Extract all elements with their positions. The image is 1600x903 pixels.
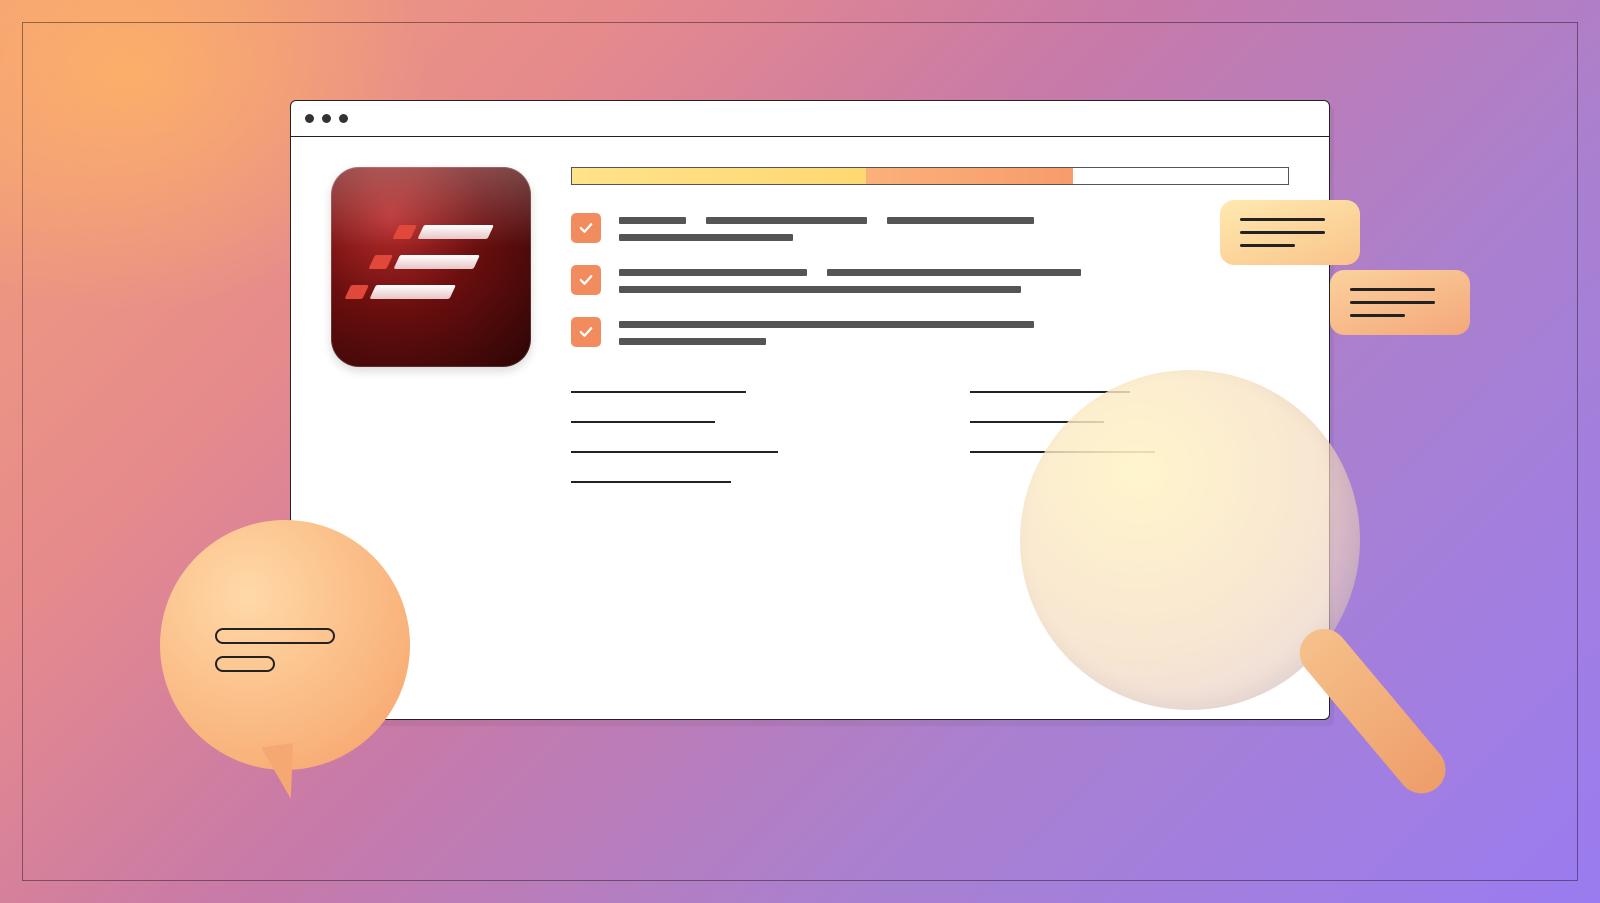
detail-line xyxy=(571,391,746,393)
close-icon[interactable] xyxy=(305,114,314,123)
text-placeholder-bar xyxy=(619,321,1034,328)
checkmark-icon xyxy=(577,271,595,289)
app-logo-icon xyxy=(331,167,531,367)
comment-line xyxy=(1350,301,1435,304)
text-placeholder-bar xyxy=(619,217,686,224)
text-placeholder-bar xyxy=(619,286,1021,293)
window-titlebar xyxy=(291,101,1329,137)
comment-card xyxy=(1220,200,1360,265)
text-placeholder-bar xyxy=(619,269,807,276)
speech-bubble-decoration xyxy=(160,520,410,770)
checkbox[interactable] xyxy=(571,317,601,347)
progress-segment xyxy=(866,168,1074,184)
speech-line-icon xyxy=(215,656,275,672)
text-placeholder-bar xyxy=(887,217,1034,224)
text-placeholder-bar xyxy=(619,234,793,241)
comment-line xyxy=(1240,218,1325,221)
checklist-item xyxy=(571,317,1289,347)
comment-card xyxy=(1330,270,1470,335)
text-placeholder-bar xyxy=(827,269,1082,276)
checklist xyxy=(571,213,1289,347)
text-placeholder-bar xyxy=(706,217,867,224)
minimize-icon[interactable] xyxy=(322,114,331,123)
detail-line xyxy=(571,451,778,453)
progress-segment xyxy=(1073,168,1288,184)
checkbox[interactable] xyxy=(571,265,601,295)
app-icon xyxy=(331,167,531,367)
checklist-item xyxy=(571,213,1289,243)
checkbox[interactable] xyxy=(571,213,601,243)
detail-column xyxy=(571,391,890,483)
magnifier-handle-icon xyxy=(1290,619,1455,803)
comment-line xyxy=(1350,288,1435,291)
speech-line-icon xyxy=(215,628,335,644)
text-placeholder-bar xyxy=(619,338,766,345)
zoom-icon[interactable] xyxy=(339,114,348,123)
comment-line xyxy=(1350,314,1405,317)
progress-segment xyxy=(572,168,866,184)
detail-line xyxy=(571,481,731,483)
comment-line xyxy=(1240,231,1325,234)
progress-bar xyxy=(571,167,1289,185)
checkmark-icon xyxy=(577,219,595,237)
checkmark-icon xyxy=(577,323,595,341)
detail-line xyxy=(571,421,715,423)
magnifier-decoration xyxy=(1020,370,1440,830)
comment-line xyxy=(1240,244,1295,247)
checklist-item xyxy=(571,265,1289,295)
